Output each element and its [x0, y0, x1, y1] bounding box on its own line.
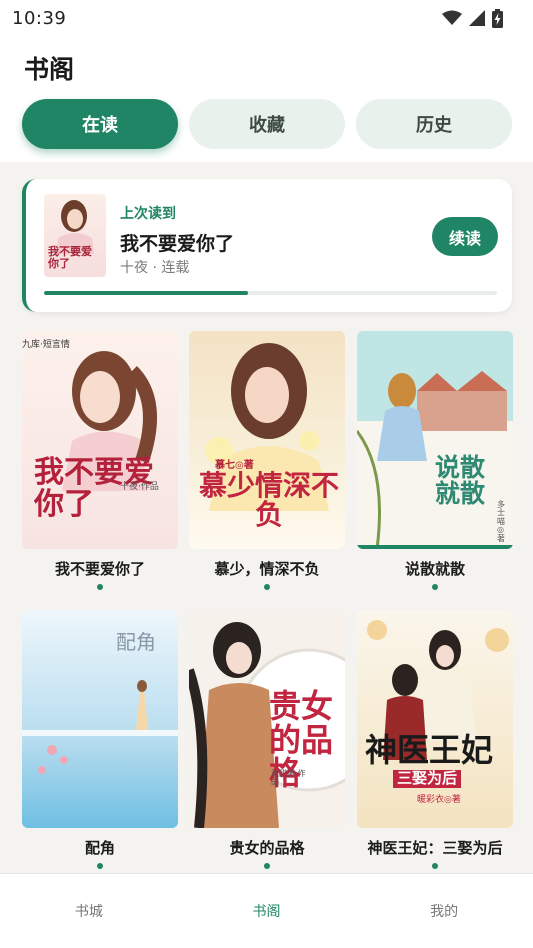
book-card[interactable]: 贵女的品格 流甜粥·作品 贵女的品格	[189, 610, 345, 872]
nav-profile[interactable]: 我的	[355, 874, 533, 948]
update-dot	[97, 863, 103, 869]
last-read-label: 上次读到	[120, 206, 176, 222]
book-card[interactable]: 九库·短言情 我不要爱你了 十夜·作品 我不要爱你了	[22, 331, 178, 593]
signal-icon	[469, 10, 485, 26]
book-cover: 贵女的品格 流甜粥·作品	[189, 610, 345, 828]
continue-reading-card[interactable]: 我不要爱你了 上次读到 我不要爱你了 十夜 · 连载 续读	[22, 179, 512, 312]
reading-progress-fill	[44, 291, 248, 295]
battery-charging-icon	[492, 8, 503, 28]
update-dot	[264, 584, 270, 590]
status-icons	[442, 8, 503, 28]
book-cover-publisher: 九库·短言情	[22, 340, 70, 350]
book-cover-title: 说散就散	[435, 453, 486, 509]
book-cover-author: 多士喵◎著	[497, 500, 505, 543]
tab-favorites[interactable]: 收藏	[189, 99, 345, 149]
book-card[interactable]: 说散就散 多士喵◎著 说散就散	[357, 331, 513, 593]
update-dot	[432, 863, 438, 869]
update-dot	[264, 863, 270, 869]
continue-book-meta: 十夜 · 连载	[120, 260, 190, 276]
book-cover: 说散就散 多士喵◎著	[357, 331, 513, 549]
status-time: 10:39	[12, 7, 67, 29]
continue-reading-button[interactable]: 续读	[432, 217, 498, 256]
update-dot	[432, 584, 438, 590]
book-card[interactable]: 神医王妃 三娶为后 暖彩衣◎著 神医王妃：三娶为后	[357, 610, 513, 872]
book-title: 我不要爱你了	[54, 560, 145, 578]
book-title: 神医王妃：三娶为后	[367, 839, 503, 857]
book-cover: 配角	[22, 610, 178, 828]
update-dot	[97, 584, 103, 590]
book-title: 说散就散	[404, 560, 465, 578]
book-card[interactable]: 慕七◎著 慕少情深不负 慕少，情深不负	[189, 331, 345, 593]
continue-cover-title: 我不要爱你了	[48, 245, 92, 270]
book-cover-author: 十夜·作品	[120, 482, 159, 492]
tab-history[interactable]: 历史	[356, 99, 512, 149]
continue-book-title: 我不要爱你了	[120, 233, 235, 255]
book-cover-title: 配角	[116, 630, 156, 654]
wifi-icon	[442, 10, 462, 25]
book-title: 贵女的品格	[229, 839, 305, 857]
bottom-nav: 书城 书阁 我的	[0, 873, 533, 948]
status-bar: 10:39	[0, 0, 533, 36]
book-cover-title: 神医王妃	[365, 731, 494, 769]
top-bar: 10:39 书阁 在读 收藏 历史	[0, 0, 533, 162]
book-cover: 慕七◎著 慕少情深不负	[189, 331, 345, 549]
continue-reading-cover: 我不要爱你了	[44, 194, 106, 277]
page-title: 书阁	[24, 55, 75, 84]
book-title: 慕少，情深不负	[214, 560, 320, 578]
book-card[interactable]: 配角 配角	[22, 610, 178, 872]
tab-reading[interactable]: 在读	[22, 99, 178, 149]
book-cover-subtitle: 三娶为后	[393, 770, 462, 788]
book-cover-author: 流甜粥·作品	[271, 769, 306, 787]
reading-progress-bar	[44, 291, 497, 295]
book-cover-title: 慕少情深不负	[199, 469, 340, 532]
nav-bookshelf[interactable]: 书阁	[178, 874, 356, 948]
book-cover: 神医王妃 三娶为后 暖彩衣◎著	[357, 610, 513, 828]
tab-bar: 在读 收藏 历史	[22, 99, 512, 149]
nav-bookstore[interactable]: 书城	[0, 874, 178, 948]
book-cover-author: 暖彩衣◎著	[417, 795, 461, 805]
book-title: 配角	[84, 839, 115, 857]
book-cover: 九库·短言情 我不要爱你了 十夜·作品	[22, 331, 178, 549]
